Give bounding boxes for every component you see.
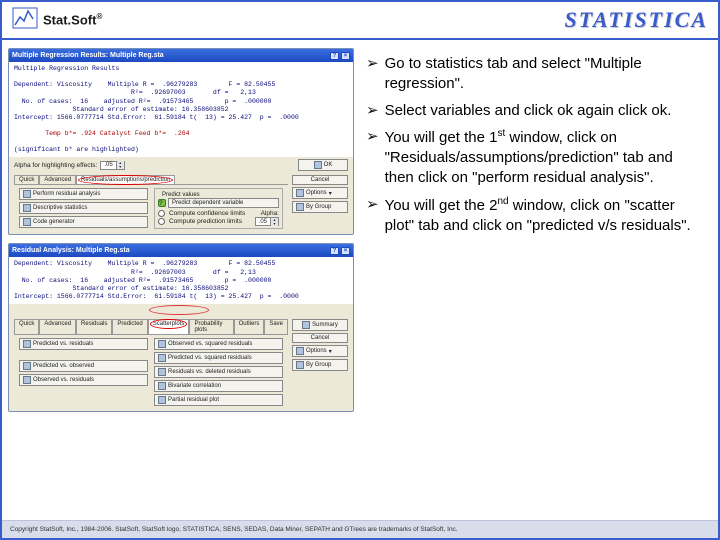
gear-icon <box>296 347 304 355</box>
instructions-column: ➢Go to statistics tab and select "Multip… <box>360 40 718 520</box>
summary-button[interactable]: Summary <box>292 319 348 331</box>
residual-analysis-window: Residual Analysis: Multiple Reg.sta ? × … <box>8 243 354 412</box>
copyright-text: Copyright StatSoft, Inc., 1984-2006. Sta… <box>10 526 458 533</box>
predict-dependent-button[interactable]: Predict dependent variable <box>168 198 279 208</box>
help-icon[interactable]: ? <box>330 247 339 255</box>
window2-titlebar: Residual Analysis: Multiple Reg.sta ? × <box>9 244 353 257</box>
tab-save[interactable]: Save <box>264 319 288 334</box>
observed-vs-sq-residuals-button[interactable]: Observed vs. squared residuals <box>154 338 283 350</box>
tab-residuals-assumptions[interactable]: Residuals/assumptions/prediction <box>76 175 175 184</box>
by-group-button[interactable]: By Group <box>292 201 348 213</box>
help-icon[interactable]: ? <box>330 52 339 60</box>
slide-header: Stat.Soft® STATISTICA <box>2 2 718 40</box>
alpha2-spinner[interactable]: .05▴▾ <box>255 217 279 226</box>
pred-vs-sq-residuals-button[interactable]: Predicted vs. squared residuals <box>154 352 283 364</box>
instruction-text: Select variables and click ok again clic… <box>385 101 672 121</box>
tab-probability[interactable]: Probability plots <box>189 319 233 334</box>
partial-residual-button[interactable]: Partial residual plot <box>154 394 283 406</box>
slide: Stat.Soft® STATISTICA Multiple Regressio… <box>0 0 720 540</box>
question-icon: ? <box>158 199 166 207</box>
group-icon <box>296 361 304 369</box>
descriptive-statistics-button[interactable]: Descriptive statistics <box>19 202 148 214</box>
instruction-text: You will get the 1st window, click on "R… <box>385 127 700 189</box>
slide-body: Multiple Regression Results: Multiple Re… <box>2 40 718 520</box>
tab-quick[interactable]: Quick <box>14 175 39 184</box>
cancel-button[interactable]: Cancel <box>292 175 348 185</box>
code-generator-button[interactable]: Code generator <box>19 216 148 228</box>
arrow-bullet-icon: ➢ <box>366 54 379 95</box>
window2-stats-area: Dependent: Viscosity Multiple R = .96279… <box>9 257 353 304</box>
tab-quick[interactable]: Quick <box>14 319 39 334</box>
window2-title: Residual Analysis: Multiple Reg.sta <box>12 247 130 254</box>
screenshots-column: Multiple Regression Results: Multiple Re… <box>2 40 360 520</box>
regression-results-window: Multiple Regression Results: Multiple Re… <box>8 48 354 235</box>
instruction-item: ➢Go to statistics tab and select "Multip… <box>366 54 700 95</box>
tab-scatterplots[interactable]: Scatterplots <box>148 319 190 334</box>
red-circle-annotation <box>149 305 209 315</box>
close-icon[interactable]: × <box>341 52 350 60</box>
scatter-icon <box>23 340 31 348</box>
gear-icon <box>296 189 304 197</box>
scatter-icon <box>23 376 31 384</box>
tab-advanced[interactable]: Advanced <box>39 175 76 184</box>
scatter-icon <box>158 354 166 362</box>
statsoft-logo-text: Stat.Soft® <box>43 12 102 27</box>
tab-outliers[interactable]: Outliers <box>234 319 265 334</box>
instruction-text: You will get the 2nd window, click on "s… <box>385 195 700 237</box>
instruction-text: Go to statistics tab and select "Multipl… <box>385 54 700 95</box>
instructions-list: ➢Go to statistics tab and select "Multip… <box>366 54 700 236</box>
tab-residuals[interactable]: Residuals <box>76 319 112 334</box>
scatter-icon <box>158 368 166 376</box>
arrow-bullet-icon: ➢ <box>366 127 379 189</box>
alpha-label: Alpha for highlighting effects: <box>14 162 97 169</box>
window1-stats-area: Multiple Regression Results Dependent: V… <box>9 62 353 157</box>
group-icon <box>296 203 304 211</box>
statistica-brand: STATISTICA <box>564 7 708 33</box>
options-button[interactable]: Options ▾ <box>292 187 348 199</box>
scatter-icon <box>158 340 166 348</box>
observed-vs-residuals-button[interactable]: Observed vs. residuals <box>19 374 148 386</box>
instruction-item: ➢ Select variables and click ok again cli… <box>366 101 700 121</box>
scatter-icon <box>158 382 166 390</box>
window1-title: Multiple Regression Results: Multiple Re… <box>12 52 164 59</box>
summary-icon <box>314 161 322 169</box>
residuals-vs-deleted-button[interactable]: Residuals vs. deleted residuals <box>154 366 283 378</box>
instruction-item: ➢You will get the 1st window, click on "… <box>366 127 700 189</box>
bivariate-correlation-button[interactable]: Bivariate correlation <box>154 380 283 392</box>
chevron-down-icon[interactable]: ▾ <box>117 165 124 169</box>
window1-titlebar: Multiple Regression Results: Multiple Re… <box>9 49 353 62</box>
tab-predicted[interactable]: Predicted <box>112 319 147 334</box>
scatter-icon <box>158 396 166 404</box>
predicted-vs-observed-button[interactable]: Predicted vs. observed <box>19 360 148 372</box>
arrow-bullet-icon: ➢ <box>366 101 379 121</box>
by-group-button[interactable]: By Group <box>292 359 348 371</box>
stats-icon <box>23 204 31 212</box>
statsoft-logo-icon <box>12 7 38 34</box>
predicted-vs-residuals-button[interactable]: Predicted vs. residuals <box>19 338 148 350</box>
slide-footer: Copyright StatSoft, Inc., 1984-2006. Sta… <box>2 520 718 538</box>
instruction-item: ➢You will get the 2nd window, click on "… <box>366 195 700 237</box>
conf-limits-radio[interactable] <box>158 210 165 217</box>
scatter-icon <box>23 362 31 370</box>
close-icon[interactable]: × <box>341 247 350 255</box>
chart-icon <box>23 190 31 198</box>
ok-button[interactable]: OK <box>298 159 348 171</box>
code-icon <box>23 218 31 226</box>
perform-residual-analysis-button[interactable]: Perform residual analysis <box>19 188 148 200</box>
alpha-spinner[interactable]: .05▴▾ <box>100 161 124 170</box>
summary-icon <box>302 321 310 329</box>
statsoft-logo: Stat.Soft® <box>12 7 102 34</box>
cancel-button[interactable]: Cancel <box>292 333 348 343</box>
pred-limits-radio[interactable] <box>158 218 165 225</box>
tab-advanced[interactable]: Advanced <box>39 319 76 334</box>
options-button[interactable]: Options ▾ <box>292 345 348 357</box>
arrow-bullet-icon: ➢ <box>366 195 379 237</box>
